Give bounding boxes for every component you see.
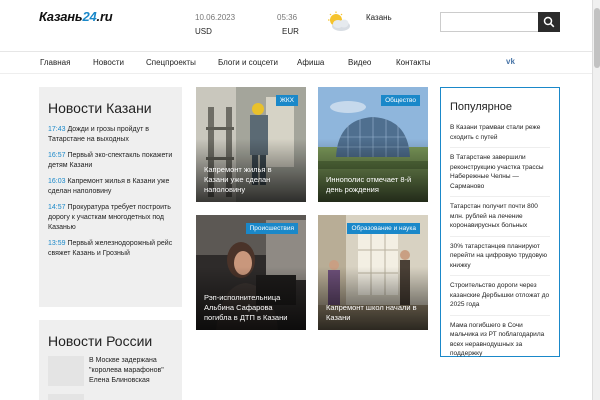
list-item[interactable]: 16:03 Капремонт жилья в Казани уже сдела… xyxy=(48,177,173,197)
scrollbar-thumb[interactable] xyxy=(594,8,600,68)
news-time: 17:43 xyxy=(48,126,66,133)
category-badge[interactable]: Происшествия xyxy=(245,223,298,234)
list-item[interactable]: 17:43 Дожди и грозы пройдут в Татарстане… xyxy=(48,125,173,145)
news-card-title: Рэп-исполнительница Альбина Сафарова пог… xyxy=(204,293,288,322)
current-time: 05:36 xyxy=(277,13,298,22)
news-time: 16:03 xyxy=(48,178,66,185)
list-item[interactable]: Мама погибшего в Сочи мальчика из РТ поб… xyxy=(450,321,550,364)
list-item[interactable]: 14:57 Прокуратура требует построить доро… xyxy=(48,203,173,233)
news-thumbnail[interactable] xyxy=(48,356,84,386)
popular-box: Популярное В Казани трамваи стали реже с… xyxy=(440,87,560,357)
news-text: Прокуратура требует построить дорогу к у… xyxy=(48,204,171,231)
current-date: 10.06.2023 xyxy=(195,13,236,22)
russia-news-box: Новости России В Москве задержана "корол… xyxy=(39,320,182,400)
list-item[interactable]: 30% татарстанцев планируют перейти на ци… xyxy=(450,242,550,276)
logo-text: Казань xyxy=(39,9,83,24)
list-item[interactable]: В Москве задержана "королева марафонов" … xyxy=(89,356,177,386)
logo-number: 24 xyxy=(82,9,97,24)
kazan-news-box: Новости Казани 17:43 Дожди и грозы пройд… xyxy=(39,87,182,307)
nav-item-special[interactable]: Спецпроекты xyxy=(146,58,196,67)
list-item[interactable]: Татарстан получит почти 800 млн. рублей … xyxy=(450,202,550,237)
news-card-title: Капремонт школ начали в Казани xyxy=(326,303,417,322)
news-card[interactable]: Общество Иннополис отмечает 8-й день рож… xyxy=(318,87,428,202)
logo-tld: .ru xyxy=(96,9,113,24)
currency-eur: EUR xyxy=(282,27,299,36)
list-item[interactable]: 13:59 Первый железнодорожный рейс свяжет… xyxy=(48,239,173,259)
weather-city: Казань xyxy=(366,13,392,22)
list-item[interactable]: Строительство дороги через казанские Дер… xyxy=(450,281,550,316)
search-icon xyxy=(543,16,555,28)
nav-item-news[interactable]: Новости xyxy=(93,58,124,67)
russia-news-title: Новости России xyxy=(48,333,153,349)
news-card-title: Капремонт жилья в Казани уже сделан напо… xyxy=(204,165,272,194)
kazan-news-title: Новости Казани xyxy=(48,100,152,116)
list-item[interactable]: 16:57 Первый эко-спектакль покажети детя… xyxy=(48,151,173,171)
category-badge[interactable]: ЖКХ xyxy=(275,95,298,106)
nav-item-afisha[interactable]: Афиша xyxy=(297,58,324,67)
nav-item-blogs[interactable]: Блоги и соцсети xyxy=(218,58,278,67)
site-header: Казань24.ru 10.06.2023 05:36 USD EUR Каз… xyxy=(0,0,600,52)
list-item[interactable]: В Татарстане завершили реконструкцию уча… xyxy=(450,153,550,197)
news-thumbnail[interactable] xyxy=(48,394,84,400)
news-text: Первый эко-спектакль покажети детям Каза… xyxy=(48,152,173,169)
site-logo[interactable]: Казань24.ru xyxy=(39,9,113,24)
vk-icon[interactable]: vk xyxy=(506,57,518,67)
news-text: Капремонт жилья в Казани уже сделан напо… xyxy=(48,178,170,195)
news-card-title: Иннополис отмечает 8-й день рождения xyxy=(326,175,412,194)
page-scrollbar[interactable] xyxy=(592,0,600,400)
search-input[interactable] xyxy=(440,12,538,32)
currency-usd: USD xyxy=(195,27,212,36)
category-badge[interactable]: Общество xyxy=(381,95,420,106)
search-button[interactable] xyxy=(538,12,560,32)
main-nav: Главная Новости Спецпроекты Блоги и соцс… xyxy=(0,52,592,74)
news-time: 14:57 xyxy=(48,204,66,211)
category-badge[interactable]: Образование и наука xyxy=(347,223,420,234)
news-card[interactable]: Происшествия Рэп-исполнительница Альбина… xyxy=(196,215,306,330)
popular-title: Популярное xyxy=(450,101,513,113)
news-time: 13:59 xyxy=(48,240,66,247)
news-text: Первый железнодорожный рейс свяжет Казан… xyxy=(48,240,173,257)
nav-item-home[interactable]: Главная xyxy=(40,58,70,67)
nav-item-video[interactable]: Видео xyxy=(348,58,371,67)
news-time: 16:57 xyxy=(48,152,66,159)
news-card[interactable]: Образование и наука Капремонт школ начал… xyxy=(318,215,428,330)
page: Казань24.ru 10.06.2023 05:36 USD EUR Каз… xyxy=(0,0,600,400)
cloud-sun-icon xyxy=(328,11,350,31)
nav-item-contacts[interactable]: Контакты xyxy=(396,58,431,67)
list-item[interactable]: В Казани трамваи стали реже сходить с пу… xyxy=(450,123,550,148)
news-card[interactable]: ЖКХ Капремонт жилья в Казани уже сделан … xyxy=(196,87,306,202)
